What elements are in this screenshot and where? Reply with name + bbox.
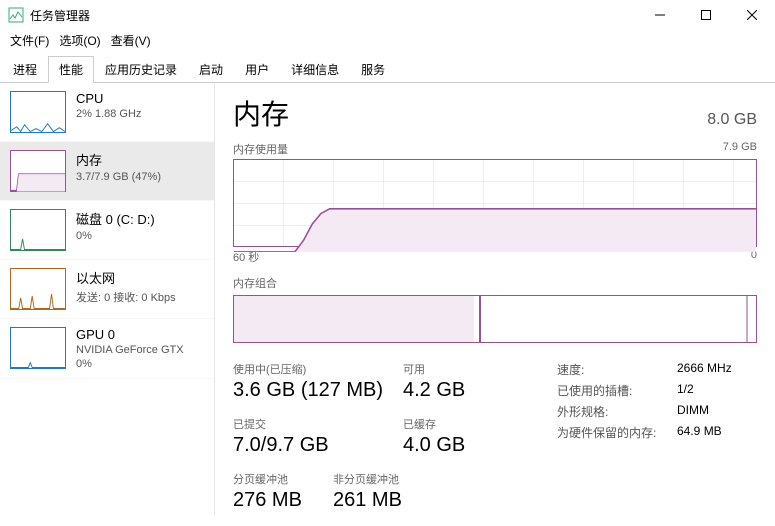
- menu-view[interactable]: 查看(V): [111, 32, 151, 49]
- disk-thumb: [10, 209, 66, 251]
- meta-reserved-k: 为硬件保留的内存:: [557, 424, 677, 441]
- menu-options[interactable]: 选项(O): [59, 32, 100, 49]
- meta-form-k: 外形规格:: [557, 403, 677, 420]
- tab-apphistory[interactable]: 应用历史记录: [94, 56, 188, 83]
- stat-paged-k: 分页缓冲池: [233, 471, 333, 487]
- meta-speed-k: 速度:: [557, 361, 677, 378]
- sidebar-item-label: GPU 0: [76, 327, 184, 342]
- sidebar-item-sub: NVIDIA GeForce GTX: [76, 344, 184, 356]
- sidebar: CPU 2% 1.88 GHz 内存 3.7/7.9 GB (47%) 磁盘 0…: [0, 83, 215, 516]
- tab-services[interactable]: 服务: [350, 56, 396, 83]
- menu-file[interactable]: 文件(F): [10, 32, 49, 49]
- sidebar-item-sub: 2% 1.88 GHz: [76, 108, 141, 120]
- app-icon: [8, 7, 24, 23]
- cpu-thumb: [10, 91, 66, 133]
- stat-inuse-v: 3.6 GB (127 MB): [233, 379, 403, 402]
- composition-chart[interactable]: [233, 295, 757, 343]
- usage-chart-title: 内存使用量: [233, 141, 288, 157]
- stat-cache-v: 4.0 GB: [403, 434, 513, 457]
- tab-startup[interactable]: 启动: [188, 56, 234, 83]
- stat-commit-v: 7.0/9.7 GB: [233, 434, 403, 457]
- tab-details[interactable]: 详细信息: [280, 56, 350, 83]
- sidebar-item-ethernet[interactable]: 以太网 发送: 0 接收: 0 Kbps: [0, 260, 214, 319]
- tab-users[interactable]: 用户: [234, 56, 280, 83]
- sidebar-item-label: CPU: [76, 91, 141, 106]
- stat-avail-v: 4.2 GB: [403, 379, 513, 402]
- sidebar-item-disk[interactable]: 磁盘 0 (C: D:) 0%: [0, 201, 214, 260]
- sidebar-item-cpu[interactable]: CPU 2% 1.88 GHz: [0, 83, 214, 142]
- composition-marker: [479, 296, 481, 342]
- stat-nonpaged-v: 261 MB: [333, 489, 453, 512]
- sidebar-item-sub2: 0%: [76, 358, 184, 370]
- minimize-button[interactable]: [637, 0, 683, 30]
- titlebar: 任务管理器: [0, 0, 775, 30]
- capacity-label: 8.0 GB: [707, 111, 757, 129]
- sidebar-item-sub: 发送: 0 接收: 0 Kbps: [76, 289, 176, 305]
- usage-chart[interactable]: [233, 159, 757, 247]
- main-panel: 内存 8.0 GB 内存使用量 7.9 GB 60 秒 0 内存组合 使用中(已…: [215, 83, 775, 516]
- sidebar-item-label: 磁盘 0 (C: D:): [76, 209, 155, 228]
- tab-processes[interactable]: 进程: [2, 56, 48, 83]
- tabs: 进程 性能 应用历史记录 启动 用户 详细信息 服务: [0, 55, 775, 83]
- maximize-button[interactable]: [683, 0, 729, 30]
- sidebar-item-memory[interactable]: 内存 3.7/7.9 GB (47%): [0, 142, 214, 201]
- meta-form-v: DIMM: [677, 403, 709, 420]
- sidebar-item-sub: 0%: [76, 230, 155, 242]
- sidebar-item-sub: 3.7/7.9 GB (47%): [76, 171, 161, 183]
- tab-performance[interactable]: 性能: [48, 56, 94, 83]
- page-title: 内存: [233, 93, 289, 133]
- sidebar-item-gpu[interactable]: GPU 0 NVIDIA GeForce GTX 0%: [0, 319, 214, 379]
- gpu-thumb: [10, 327, 66, 369]
- composition-in-use: [234, 296, 474, 342]
- memory-thumb: [10, 150, 66, 192]
- stat-cache-k: 已缓存: [403, 416, 513, 432]
- sidebar-item-label: 以太网: [76, 268, 176, 287]
- stat-nonpaged-k: 非分页缓冲池: [333, 471, 453, 487]
- sidebar-item-label: 内存: [76, 150, 161, 169]
- stat-commit-k: 已提交: [233, 416, 403, 432]
- menubar: 文件(F) 选项(O) 查看(V): [0, 30, 775, 55]
- stat-avail-k: 可用: [403, 361, 513, 377]
- meta-speed-v: 2666 MHz: [677, 361, 732, 378]
- stat-inuse-k: 使用中(已压缩): [233, 361, 403, 377]
- composition-title: 内存组合: [233, 275, 757, 291]
- meta-reserved-v: 64.9 MB: [677, 424, 722, 441]
- ethernet-thumb: [10, 268, 66, 310]
- composition-end: [746, 296, 748, 342]
- meta-slots-v: 1/2: [677, 382, 694, 399]
- close-button[interactable]: [729, 0, 775, 30]
- stat-paged-v: 276 MB: [233, 489, 333, 512]
- window-title: 任务管理器: [30, 7, 90, 24]
- meta-slots-k: 已使用的插槽:: [557, 382, 677, 399]
- usage-chart-max: 7.9 GB: [723, 141, 757, 157]
